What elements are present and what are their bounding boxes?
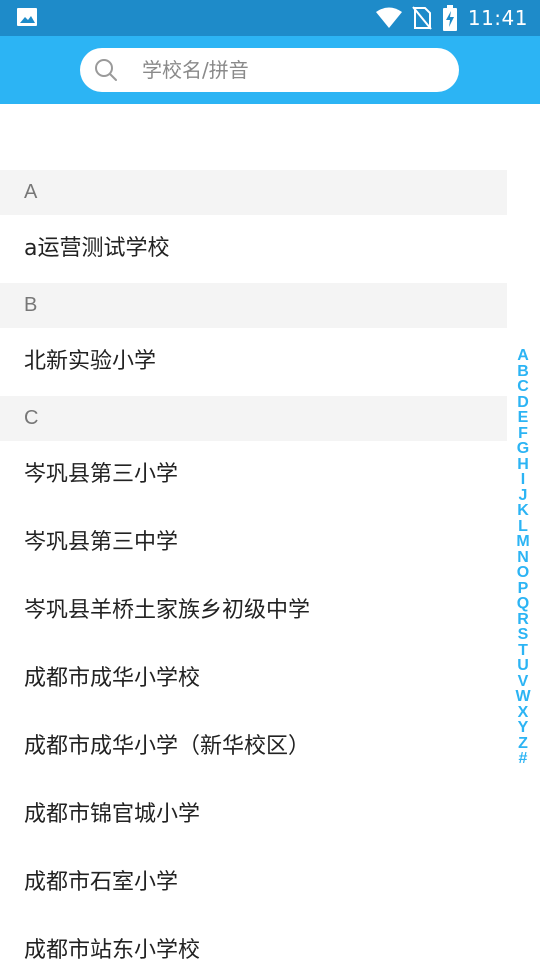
section-header-b: B	[0, 283, 507, 328]
list-item[interactable]: 岑巩县羊桥土家族乡初级中学	[0, 577, 507, 645]
search-icon	[95, 59, 117, 81]
index-letter-hash[interactable]: #	[519, 751, 528, 767]
list-item[interactable]: a运营测试学校	[0, 215, 507, 283]
index-letter-y[interactable]: Y	[518, 720, 529, 736]
index-letter-w[interactable]: W	[515, 689, 530, 705]
index-letter-k[interactable]: K	[517, 503, 529, 519]
list-item[interactable]: 成都市锦官城小学	[0, 781, 507, 849]
section-header-c: C	[0, 396, 507, 441]
status-bar: 11:41	[0, 0, 540, 36]
index-letter-b[interactable]: B	[517, 363, 529, 380]
index-letter-e[interactable]: E	[518, 410, 529, 426]
index-letter-l[interactable]: L	[518, 518, 528, 535]
index-letter-d[interactable]: D	[517, 394, 529, 411]
index-letter-o[interactable]: O	[517, 565, 529, 581]
image-icon	[17, 8, 37, 26]
wifi-icon	[375, 7, 402, 28]
status-time: 11:41	[467, 6, 528, 30]
list-item[interactable]: 成都市石室小学	[0, 849, 507, 917]
list-item[interactable]: 岑巩县第三小学	[0, 441, 507, 509]
index-letter-z[interactable]: Z	[518, 735, 528, 752]
index-letter-f[interactable]: F	[518, 425, 528, 442]
battery-charging-icon	[442, 5, 457, 31]
index-letter-m[interactable]: M	[516, 534, 529, 550]
status-icons: 11:41	[375, 0, 528, 36]
index-letter-g[interactable]: G	[517, 441, 529, 457]
list-item[interactable]: 岑巩县第三中学	[0, 509, 507, 577]
search-input[interactable]	[142, 48, 442, 92]
index-letter-v[interactable]: V	[518, 673, 529, 690]
index-letter-r[interactable]: R	[517, 611, 529, 628]
index-letter-u[interactable]: U	[517, 658, 529, 674]
index-letter-t[interactable]: T	[518, 642, 528, 659]
index-letter-c[interactable]: C	[517, 379, 529, 395]
list-item[interactable]: 成都市成华小学校	[0, 645, 507, 713]
list-item[interactable]: 成都市成华小学（新华校区）	[0, 713, 507, 781]
index-letter-i[interactable]: I	[521, 472, 525, 488]
no-sim-icon	[412, 6, 432, 30]
section-header-a: A	[0, 170, 507, 215]
search-box[interactable]	[80, 48, 459, 92]
school-list-area[interactable]: A a运营测试学校 B 北新实验小学 C 岑巩县第三小学 岑巩县第三中学 岑巩县…	[0, 104, 540, 960]
search-header	[0, 36, 540, 104]
index-letter-p[interactable]: P	[518, 580, 529, 597]
school-list: A a运营测试学校 B 北新实验小学 C 岑巩县第三小学 岑巩县第三中学 岑巩县…	[0, 170, 540, 960]
index-letter-x[interactable]: X	[518, 704, 529, 721]
index-letter-s[interactable]: S	[518, 627, 529, 643]
alphabet-index-bar[interactable]: A B C D E F G H I J K L M N O P Q R S T …	[513, 348, 533, 767]
index-letter-q[interactable]: Q	[517, 596, 529, 612]
index-letter-n[interactable]: N	[517, 549, 529, 566]
index-letter-j[interactable]: J	[519, 487, 528, 504]
list-item[interactable]: 成都市站东小学校	[0, 917, 507, 960]
index-letter-h[interactable]: H	[517, 456, 529, 473]
index-letter-a[interactable]: A	[517, 348, 529, 364]
list-item[interactable]: 北新实验小学	[0, 328, 507, 396]
